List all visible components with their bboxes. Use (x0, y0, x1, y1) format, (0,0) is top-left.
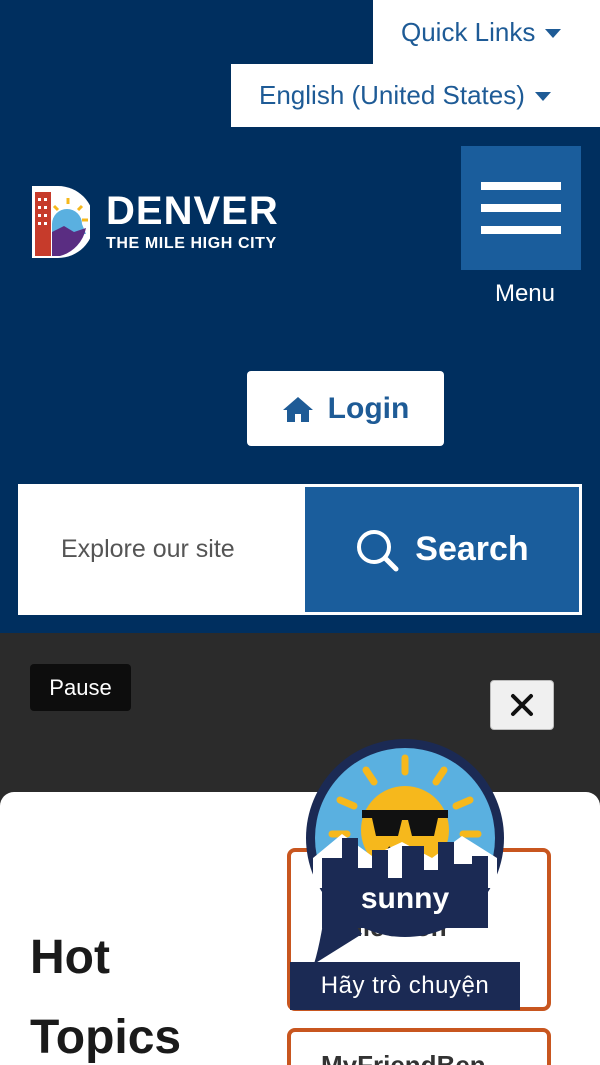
login-label: Login (327, 391, 410, 425)
login-button[interactable]: Login (247, 371, 444, 446)
topic-label: MyFriendBen (321, 1050, 486, 1065)
chevron-down-icon (545, 28, 562, 38)
topic-card[interactable]: MyFriendBen (287, 1028, 551, 1065)
home-icon (282, 396, 313, 422)
search-button-label: Search (415, 530, 529, 568)
logo-subtitle: THE MILE HIGH CITY (106, 235, 277, 252)
hamburger-icon-bar (481, 204, 561, 212)
site-header: Quick Links English (United States) DENV… (0, 0, 600, 633)
quick-links-label: Quick Links (401, 16, 536, 47)
denver-logo-icon (32, 186, 90, 258)
pause-button[interactable]: Pause (30, 664, 131, 711)
language-selector[interactable]: English (United States) (231, 64, 600, 127)
denver-logo-link[interactable]: DENVER THE MILE HIGH CITY (30, 183, 295, 261)
quick-links-dropdown[interactable]: Quick Links (373, 0, 600, 64)
chat-prompt[interactable]: Hãy trò chuyện (290, 962, 520, 1010)
close-icon (511, 694, 533, 716)
chatbot-name: sunny (361, 882, 450, 915)
sunny-chatbot-icon[interactable]: sunny (302, 738, 507, 968)
search-input[interactable] (21, 487, 305, 612)
logo-title: DENVER (106, 189, 279, 233)
search-icon (357, 529, 399, 571)
hamburger-icon-bar (481, 226, 561, 234)
search-button[interactable]: Search (305, 487, 579, 612)
search-bar: Search (18, 484, 582, 615)
hamburger-icon (481, 182, 561, 190)
menu-button[interactable] (461, 146, 581, 270)
close-button[interactable] (490, 680, 554, 730)
menu-label: Menu (494, 280, 556, 307)
chevron-down-icon (534, 92, 551, 101)
language-label: English (United States) (259, 80, 525, 110)
section-title: Hot Topics (30, 931, 182, 1064)
